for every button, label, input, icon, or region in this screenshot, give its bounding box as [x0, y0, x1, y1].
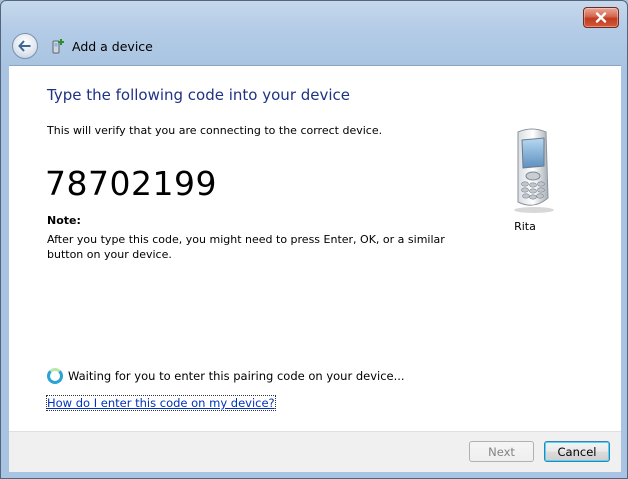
cancel-button[interactable]: Cancel: [544, 441, 610, 462]
help-link[interactable]: How do I enter this code on my device?: [46, 395, 276, 411]
content-panel: Type the following code into your device…: [9, 65, 621, 432]
status-row: Waiting for you to enter this pairing co…: [47, 368, 405, 384]
next-button[interactable]: Next: [469, 441, 534, 462]
close-button[interactable]: [583, 7, 619, 28]
navigation-bar: Add a device: [9, 31, 619, 61]
device-tile: Rita: [497, 126, 567, 233]
description-text: This will verify that you are connecting…: [47, 124, 383, 137]
busy-spinner-icon: [47, 368, 63, 384]
device-name: Rita: [514, 220, 536, 233]
button-bar: Next Cancel: [9, 431, 621, 472]
window-title: Add a device: [72, 38, 153, 54]
add-device-window: Add a device Type the following code int…: [0, 0, 628, 479]
status-text: Waiting for you to enter this pairing co…: [68, 369, 405, 383]
pairing-code: 78702199: [45, 164, 217, 203]
back-arrow-icon: [18, 40, 31, 52]
note-title: Note:: [47, 214, 81, 227]
bluetooth-device-icon: [52, 39, 64, 54]
close-icon: [595, 12, 607, 23]
back-button[interactable]: [12, 33, 38, 59]
mobile-phone-icon: [514, 128, 554, 213]
note-text: After you type this code, you might need…: [47, 233, 445, 261]
page-heading: Type the following code into your device: [47, 86, 351, 104]
